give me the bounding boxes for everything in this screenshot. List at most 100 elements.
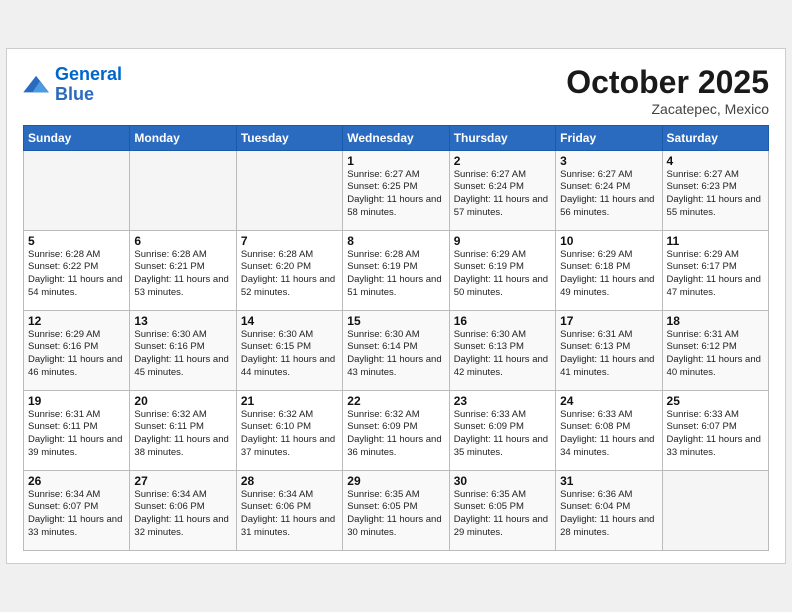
day-cell: 17Sunrise: 6:31 AM Sunset: 6:13 PM Dayli…	[556, 310, 662, 390]
logo: General Blue	[23, 65, 122, 105]
day-number: 25	[667, 394, 764, 408]
week-row-0: 1Sunrise: 6:27 AM Sunset: 6:25 PM Daylig…	[24, 150, 769, 230]
day-number: 31	[560, 474, 657, 488]
day-cell	[130, 150, 236, 230]
day-number: 19	[28, 394, 125, 408]
day-cell: 19Sunrise: 6:31 AM Sunset: 6:11 PM Dayli…	[24, 390, 130, 470]
day-info: Sunrise: 6:35 AM Sunset: 6:05 PM Dayligh…	[347, 489, 444, 540]
day-number: 28	[241, 474, 338, 488]
day-cell: 21Sunrise: 6:32 AM Sunset: 6:10 PM Dayli…	[236, 390, 342, 470]
day-number: 2	[454, 154, 551, 168]
calendar-grid: SundayMondayTuesdayWednesdayThursdayFrid…	[23, 125, 769, 551]
weekday-header-wednesday: Wednesday	[343, 125, 449, 150]
day-cell: 11Sunrise: 6:29 AM Sunset: 6:17 PM Dayli…	[662, 230, 768, 310]
day-info: Sunrise: 6:34 AM Sunset: 6:07 PM Dayligh…	[28, 489, 125, 540]
day-cell: 8Sunrise: 6:28 AM Sunset: 6:19 PM Daylig…	[343, 230, 449, 310]
day-number: 12	[28, 314, 125, 328]
calendar-container: General Blue October 2025 Zacatepec, Mex…	[6, 48, 786, 563]
week-row-3: 19Sunrise: 6:31 AM Sunset: 6:11 PM Dayli…	[24, 390, 769, 470]
day-number: 29	[347, 474, 444, 488]
day-number: 13	[134, 314, 231, 328]
day-cell: 13Sunrise: 6:30 AM Sunset: 6:16 PM Dayli…	[130, 310, 236, 390]
day-info: Sunrise: 6:33 AM Sunset: 6:07 PM Dayligh…	[667, 409, 764, 460]
title-block: October 2025 Zacatepec, Mexico	[566, 65, 769, 116]
day-number: 23	[454, 394, 551, 408]
day-cell: 9Sunrise: 6:29 AM Sunset: 6:19 PM Daylig…	[449, 230, 555, 310]
day-info: Sunrise: 6:28 AM Sunset: 6:19 PM Dayligh…	[347, 249, 444, 300]
day-number: 10	[560, 234, 657, 248]
day-number: 4	[667, 154, 764, 168]
day-number: 20	[134, 394, 231, 408]
day-cell: 6Sunrise: 6:28 AM Sunset: 6:21 PM Daylig…	[130, 230, 236, 310]
logo-blue: Blue	[55, 84, 94, 104]
day-info: Sunrise: 6:34 AM Sunset: 6:06 PM Dayligh…	[134, 489, 231, 540]
day-info: Sunrise: 6:36 AM Sunset: 6:04 PM Dayligh…	[560, 489, 657, 540]
day-info: Sunrise: 6:31 AM Sunset: 6:13 PM Dayligh…	[560, 329, 657, 380]
day-info: Sunrise: 6:30 AM Sunset: 6:16 PM Dayligh…	[134, 329, 231, 380]
day-info: Sunrise: 6:27 AM Sunset: 6:25 PM Dayligh…	[347, 169, 444, 220]
day-cell: 2Sunrise: 6:27 AM Sunset: 6:24 PM Daylig…	[449, 150, 555, 230]
day-cell: 28Sunrise: 6:34 AM Sunset: 6:06 PM Dayli…	[236, 470, 342, 550]
subtitle: Zacatepec, Mexico	[566, 101, 769, 117]
day-info: Sunrise: 6:28 AM Sunset: 6:20 PM Dayligh…	[241, 249, 338, 300]
day-cell: 15Sunrise: 6:30 AM Sunset: 6:14 PM Dayli…	[343, 310, 449, 390]
day-info: Sunrise: 6:31 AM Sunset: 6:11 PM Dayligh…	[28, 409, 125, 460]
day-cell: 30Sunrise: 6:35 AM Sunset: 6:05 PM Dayli…	[449, 470, 555, 550]
day-number: 17	[560, 314, 657, 328]
day-cell: 22Sunrise: 6:32 AM Sunset: 6:09 PM Dayli…	[343, 390, 449, 470]
day-number: 3	[560, 154, 657, 168]
weekday-header-monday: Monday	[130, 125, 236, 150]
day-number: 26	[28, 474, 125, 488]
day-info: Sunrise: 6:29 AM Sunset: 6:17 PM Dayligh…	[667, 249, 764, 300]
logo-icon	[23, 74, 51, 96]
day-number: 8	[347, 234, 444, 248]
day-number: 27	[134, 474, 231, 488]
day-number: 15	[347, 314, 444, 328]
day-number: 1	[347, 154, 444, 168]
weekday-header-sunday: Sunday	[24, 125, 130, 150]
day-info: Sunrise: 6:33 AM Sunset: 6:08 PM Dayligh…	[560, 409, 657, 460]
day-number: 9	[454, 234, 551, 248]
logo-general: General	[55, 64, 122, 84]
weekday-header-thursday: Thursday	[449, 125, 555, 150]
day-cell: 27Sunrise: 6:34 AM Sunset: 6:06 PM Dayli…	[130, 470, 236, 550]
day-info: Sunrise: 6:30 AM Sunset: 6:15 PM Dayligh…	[241, 329, 338, 380]
day-info: Sunrise: 6:34 AM Sunset: 6:06 PM Dayligh…	[241, 489, 338, 540]
day-info: Sunrise: 6:30 AM Sunset: 6:13 PM Dayligh…	[454, 329, 551, 380]
day-number: 22	[347, 394, 444, 408]
day-cell: 20Sunrise: 6:32 AM Sunset: 6:11 PM Dayli…	[130, 390, 236, 470]
header-row: General Blue October 2025 Zacatepec, Mex…	[23, 65, 769, 116]
day-info: Sunrise: 6:32 AM Sunset: 6:10 PM Dayligh…	[241, 409, 338, 460]
weekday-header-saturday: Saturday	[662, 125, 768, 150]
day-info: Sunrise: 6:35 AM Sunset: 6:05 PM Dayligh…	[454, 489, 551, 540]
day-cell: 3Sunrise: 6:27 AM Sunset: 6:24 PM Daylig…	[556, 150, 662, 230]
day-info: Sunrise: 6:27 AM Sunset: 6:24 PM Dayligh…	[454, 169, 551, 220]
day-info: Sunrise: 6:29 AM Sunset: 6:19 PM Dayligh…	[454, 249, 551, 300]
day-info: Sunrise: 6:31 AM Sunset: 6:12 PM Dayligh…	[667, 329, 764, 380]
day-info: Sunrise: 6:28 AM Sunset: 6:21 PM Dayligh…	[134, 249, 231, 300]
month-title: October 2025	[566, 65, 769, 100]
day-number: 24	[560, 394, 657, 408]
day-cell: 1Sunrise: 6:27 AM Sunset: 6:25 PM Daylig…	[343, 150, 449, 230]
day-cell: 26Sunrise: 6:34 AM Sunset: 6:07 PM Dayli…	[24, 470, 130, 550]
day-cell: 23Sunrise: 6:33 AM Sunset: 6:09 PM Dayli…	[449, 390, 555, 470]
day-info: Sunrise: 6:28 AM Sunset: 6:22 PM Dayligh…	[28, 249, 125, 300]
day-cell	[236, 150, 342, 230]
day-cell: 5Sunrise: 6:28 AM Sunset: 6:22 PM Daylig…	[24, 230, 130, 310]
day-cell: 14Sunrise: 6:30 AM Sunset: 6:15 PM Dayli…	[236, 310, 342, 390]
day-info: Sunrise: 6:32 AM Sunset: 6:09 PM Dayligh…	[347, 409, 444, 460]
week-row-1: 5Sunrise: 6:28 AM Sunset: 6:22 PM Daylig…	[24, 230, 769, 310]
weekday-header-friday: Friday	[556, 125, 662, 150]
day-cell: 12Sunrise: 6:29 AM Sunset: 6:16 PM Dayli…	[24, 310, 130, 390]
day-number: 5	[28, 234, 125, 248]
day-cell	[24, 150, 130, 230]
day-number: 7	[241, 234, 338, 248]
day-cell: 29Sunrise: 6:35 AM Sunset: 6:05 PM Dayli…	[343, 470, 449, 550]
weekday-header-tuesday: Tuesday	[236, 125, 342, 150]
week-row-2: 12Sunrise: 6:29 AM Sunset: 6:16 PM Dayli…	[24, 310, 769, 390]
day-cell: 31Sunrise: 6:36 AM Sunset: 6:04 PM Dayli…	[556, 470, 662, 550]
weekday-header-row: SundayMondayTuesdayWednesdayThursdayFrid…	[24, 125, 769, 150]
week-row-4: 26Sunrise: 6:34 AM Sunset: 6:07 PM Dayli…	[24, 470, 769, 550]
day-cell: 18Sunrise: 6:31 AM Sunset: 6:12 PM Dayli…	[662, 310, 768, 390]
day-cell: 16Sunrise: 6:30 AM Sunset: 6:13 PM Dayli…	[449, 310, 555, 390]
